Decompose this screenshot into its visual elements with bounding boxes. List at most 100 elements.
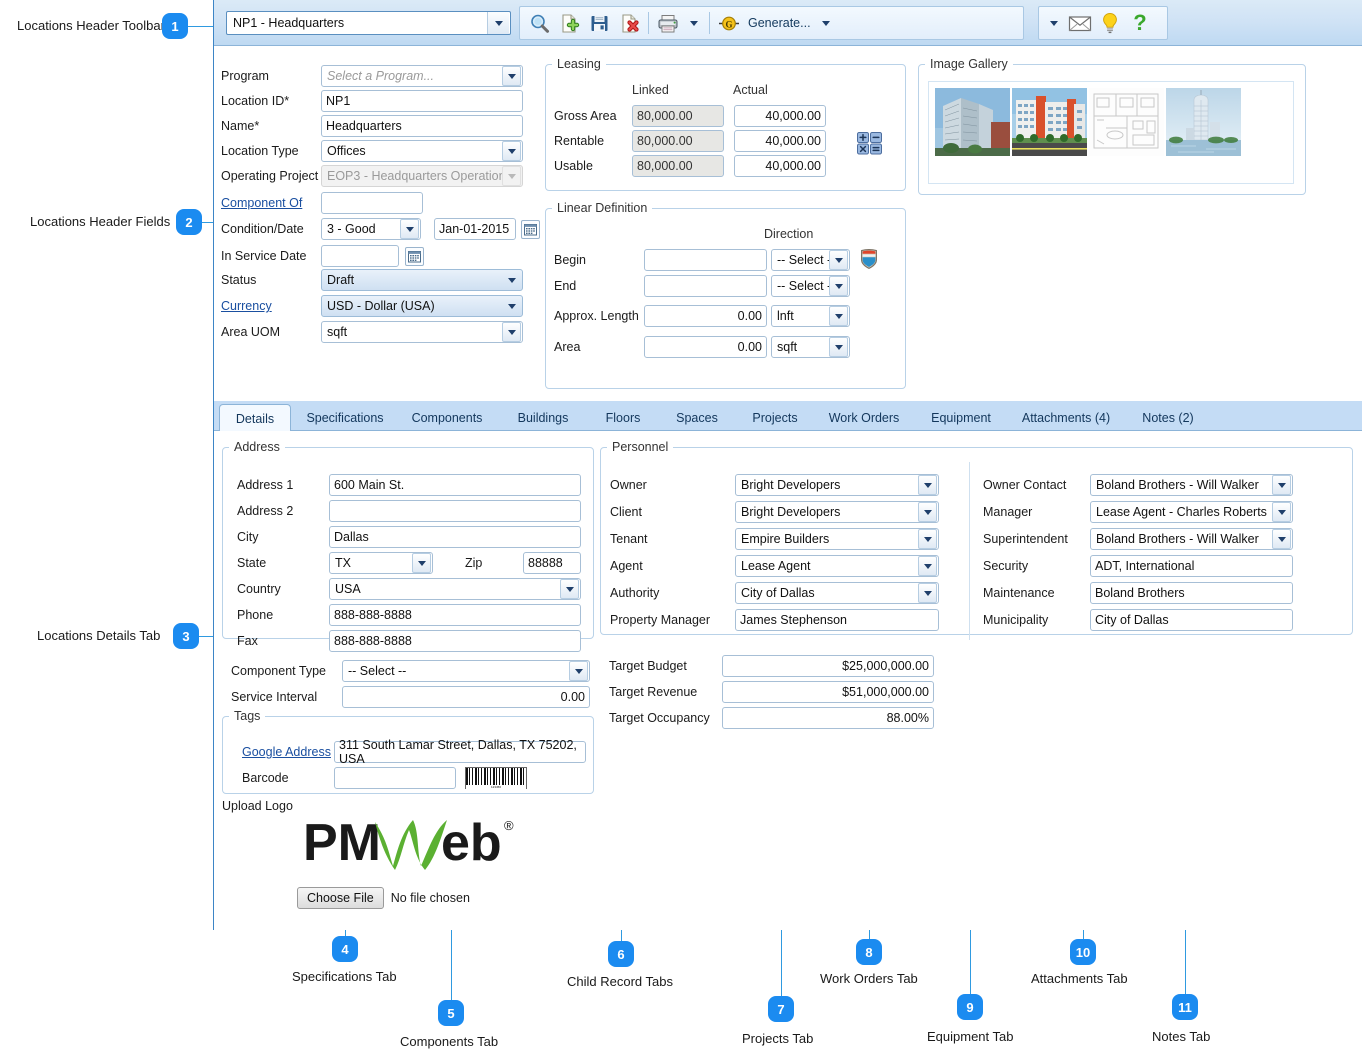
- status-select[interactable]: Draft: [321, 269, 523, 291]
- chevron-down-icon[interactable]: [412, 553, 431, 573]
- linear-length-input[interactable]: 0.00: [644, 305, 767, 327]
- fax-input[interactable]: 888-888-8888: [329, 630, 581, 652]
- chevron-down-icon[interactable]: [918, 502, 937, 522]
- location-type-select[interactable]: Offices: [321, 140, 523, 162]
- condition-date-input[interactable]: Jan-01-2015: [434, 218, 516, 240]
- calculator-icon[interactable]: [857, 132, 883, 158]
- zip-input[interactable]: 88888: [523, 552, 581, 574]
- leasing-usable-actual[interactable]: 40,000.00: [734, 155, 826, 177]
- leasing-rentable-actual[interactable]: 40,000.00: [734, 130, 826, 152]
- chevron-down-icon[interactable]: [1272, 502, 1291, 522]
- currency-select[interactable]: USD - Dollar (USA): [321, 295, 523, 317]
- linear-area-input[interactable]: 0.00: [644, 336, 767, 358]
- leasing-gross-actual[interactable]: 40,000.00: [734, 105, 826, 127]
- floor-plan-drawing[interactable]: [1089, 88, 1164, 156]
- linear-begin-input[interactable]: [644, 249, 767, 271]
- phone-input[interactable]: 888-888-8888: [329, 604, 581, 626]
- linear-end-direction-select[interactable]: -- Select -: [771, 275, 850, 297]
- chevron-down-icon[interactable]: [569, 661, 588, 681]
- chevron-down-icon[interactable]: [829, 276, 848, 296]
- chevron-down-icon[interactable]: [829, 306, 848, 326]
- tab-buildings[interactable]: Buildings: [504, 405, 582, 431]
- address2-input[interactable]: [329, 500, 581, 522]
- generate-dropdown-icon[interactable]: [821, 20, 830, 26]
- office-tower-photo[interactable]: [935, 88, 1010, 156]
- chevron-down-icon[interactable]: [918, 475, 937, 495]
- new-record-icon[interactable]: [554, 9, 584, 37]
- currency-link[interactable]: Currency: [221, 299, 321, 313]
- choose-file-button[interactable]: Choose File: [297, 887, 384, 909]
- chevron-down-icon[interactable]: [502, 296, 521, 316]
- municipality-input[interactable]: City of Dallas: [1090, 609, 1293, 631]
- email-icon[interactable]: [1065, 9, 1095, 37]
- program-select[interactable]: Select a Program...: [321, 65, 523, 87]
- chevron-down-icon[interactable]: [918, 583, 937, 603]
- chevron-down-icon[interactable]: [918, 556, 937, 576]
- tab-details[interactable]: Details: [219, 404, 291, 432]
- chevron-down-icon[interactable]: [487, 12, 509, 34]
- tab-work-orders[interactable]: Work Orders: [818, 405, 910, 431]
- barcode-input[interactable]: [334, 767, 456, 789]
- help-icon[interactable]: ?: [1125, 9, 1155, 37]
- print-dropdown-icon[interactable]: [690, 20, 698, 26]
- target-occupancy-input[interactable]: 88.00%: [722, 707, 934, 729]
- tab-attachments[interactable]: Attachments (4): [1011, 405, 1121, 431]
- name-input[interactable]: Headquarters: [321, 115, 523, 137]
- owner-select[interactable]: Bright Developers: [735, 474, 939, 496]
- map-marker-icon[interactable]: [858, 248, 880, 273]
- google-address-link[interactable]: Google Address: [242, 745, 334, 759]
- linear-length-unit-select[interactable]: lnft: [771, 305, 850, 327]
- target-revenue-input[interactable]: $51,000,000.00: [722, 681, 934, 703]
- calendar-icon[interactable]: [405, 246, 424, 266]
- superintendent-select[interactable]: Boland Brothers - Will Walker: [1090, 528, 1293, 550]
- chevron-down-icon[interactable]: [829, 337, 848, 357]
- generate-button[interactable]: Generate...: [744, 16, 815, 30]
- tab-specifications[interactable]: Specifications: [294, 405, 396, 431]
- manager-select[interactable]: Lease Agent - Charles Roberts: [1090, 501, 1293, 523]
- delete-record-icon[interactable]: [614, 9, 644, 37]
- lightbulb-icon[interactable]: [1095, 9, 1125, 37]
- search-icon[interactable]: [524, 9, 554, 37]
- service-interval-input[interactable]: 0.00: [342, 686, 590, 708]
- tab-equipment[interactable]: Equipment: [919, 405, 1003, 431]
- component-type-select[interactable]: -- Select --: [342, 660, 590, 682]
- generate-icon[interactable]: G: [714, 9, 744, 37]
- agent-select[interactable]: Lease Agent: [735, 555, 939, 577]
- in-service-date-input[interactable]: [321, 245, 399, 267]
- waterfront-tower-render[interactable]: [1166, 88, 1241, 156]
- tab-notes[interactable]: Notes (2): [1129, 405, 1207, 431]
- linear-begin-direction-select[interactable]: -- Select -: [771, 249, 850, 271]
- toolbar-overflow-icon[interactable]: [1050, 20, 1058, 26]
- maintenance-input[interactable]: Boland Brothers: [1090, 582, 1293, 604]
- print-icon[interactable]: [653, 9, 683, 37]
- chevron-down-icon[interactable]: [1272, 475, 1291, 495]
- save-icon[interactable]: [584, 9, 614, 37]
- linear-area-unit-select[interactable]: sqft: [771, 336, 850, 358]
- tab-spaces[interactable]: Spaces: [664, 405, 730, 431]
- chevron-down-icon[interactable]: [918, 529, 937, 549]
- state-select[interactable]: TX: [329, 552, 433, 574]
- area-uom-select[interactable]: sqft: [321, 321, 523, 343]
- mixed-use-building-photo[interactable]: [1012, 88, 1087, 156]
- chevron-down-icon[interactable]: [829, 250, 848, 270]
- property-manager-input[interactable]: James Stephenson: [735, 609, 939, 631]
- chevron-down-icon[interactable]: [502, 270, 521, 290]
- calendar-icon[interactable]: [521, 219, 540, 239]
- tab-components[interactable]: Components: [401, 405, 493, 431]
- city-input[interactable]: Dallas: [329, 526, 581, 548]
- owner-contact-select[interactable]: Boland Brothers - Will Walker: [1090, 474, 1293, 496]
- location-id-input[interactable]: NP1: [321, 90, 523, 112]
- address1-input[interactable]: 600 Main St.: [329, 474, 581, 496]
- chevron-down-icon[interactable]: [502, 66, 521, 86]
- chevron-down-icon[interactable]: [502, 141, 521, 161]
- authority-select[interactable]: City of Dallas: [735, 582, 939, 604]
- linear-end-input[interactable]: [644, 275, 767, 297]
- tenant-select[interactable]: Empire Builders: [735, 528, 939, 550]
- condition-select[interactable]: 3 - Good: [321, 218, 421, 240]
- tab-projects[interactable]: Projects: [741, 405, 809, 431]
- component-of-link[interactable]: Component Of: [221, 196, 321, 210]
- chevron-down-icon[interactable]: [400, 219, 419, 239]
- chevron-down-icon[interactable]: [502, 322, 521, 342]
- client-select[interactable]: Bright Developers: [735, 501, 939, 523]
- target-budget-input[interactable]: $25,000,000.00: [722, 655, 934, 677]
